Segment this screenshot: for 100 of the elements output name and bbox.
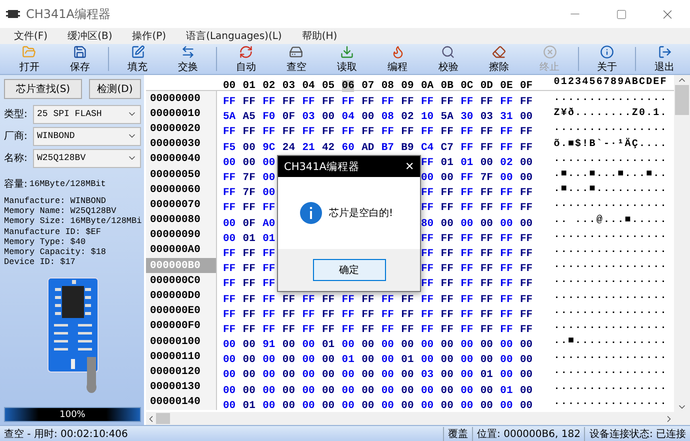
horizontal-scrollbar[interactable]: [146, 412, 690, 425]
toolbar-button[interactable]: 自动: [220, 44, 272, 74]
scrollbar-thumb[interactable]: [675, 85, 689, 115]
hex-byte: 00: [420, 339, 434, 352]
detect-button[interactable]: 检测(D): [89, 79, 141, 99]
ok-button[interactable]: 确定: [312, 259, 386, 281]
column-header: 07: [362, 80, 374, 92]
hex-byte: FF: [460, 278, 474, 290]
hex-byte: FF: [500, 202, 513, 214]
hex-byte: FF: [242, 126, 256, 138]
hex-byte: 00: [460, 384, 474, 397]
hex-byte: 02: [500, 156, 513, 169]
hex-byte: 00: [500, 369, 513, 382]
column-header: 03: [282, 80, 295, 92]
hex-byte: 00: [262, 156, 276, 169]
hex-byte: 00: [242, 339, 256, 352]
hex-byte: FF: [480, 202, 493, 214]
hex-byte: 01: [242, 232, 256, 245]
hex-byte: FF: [242, 248, 256, 260]
hex-byte: 00: [520, 218, 533, 230]
hex-byte: 00: [362, 400, 374, 412]
toolbar-button[interactable]: 保存: [54, 44, 106, 74]
address-cell: 00000130: [146, 380, 217, 395]
hex-byte: FF: [242, 202, 256, 214]
hex-byte: 00: [420, 172, 434, 184]
hex-byte: FF: [242, 263, 256, 276]
hex-byte: FF: [342, 294, 354, 306]
column-header: 02: [262, 80, 276, 92]
hex-byte: FF: [381, 294, 394, 306]
toolbar-button[interactable]: 编程: [372, 44, 423, 74]
toolbar-button[interactable]: 读取: [322, 44, 372, 74]
toolbar-button[interactable]: 交换: [162, 44, 214, 74]
hex-byte: 5A: [440, 111, 454, 124]
hex-byte: 03: [420, 369, 434, 382]
menu-item[interactable]: 文件(F): [8, 29, 60, 43]
hex-byte: 00: [401, 400, 414, 412]
hex-byte: FF: [520, 324, 533, 336]
menu-item[interactable]: 帮助(H): [296, 29, 350, 43]
hex-byte: FF: [460, 126, 474, 138]
hex-byte: 7F: [242, 187, 256, 200]
menu-item[interactable]: 缓冲区(B): [62, 29, 124, 43]
hex-byte: FF: [440, 278, 454, 290]
hex-byte: FF: [302, 308, 315, 321]
hex-byte: FF: [520, 96, 533, 108]
hex-byte: FF: [460, 142, 474, 154]
menu-item[interactable]: 语言(Languages)(L): [180, 29, 294, 43]
hex-byte: 00: [440, 354, 454, 366]
dropdown[interactable]: WINBOND: [33, 126, 141, 146]
toolbar-button[interactable]: 关于: [582, 44, 632, 74]
vertical-scrollbar[interactable]: [674, 75, 690, 412]
hex-byte: FF: [520, 294, 533, 306]
ascii-text: ................: [554, 123, 668, 134]
ascii-text: ................: [554, 244, 668, 256]
hex-byte: 00: [440, 369, 454, 382]
hex-byte: FF: [262, 126, 276, 138]
menu-item[interactable]: 操作(P): [126, 29, 178, 43]
hex-byte: FF: [500, 142, 513, 154]
toolbar-button[interactable]: 退出: [639, 44, 690, 74]
hex-byte: 00: [242, 354, 256, 366]
hex-byte: FF: [460, 294, 474, 306]
hex-byte: FF: [480, 248, 493, 260]
maximize-icon[interactable]: [616, 8, 626, 20]
hex-byte: FF: [223, 308, 236, 321]
hex-byte: 00: [223, 339, 236, 352]
hex-byte: FF: [440, 324, 454, 336]
hex-byte: FF: [223, 96, 236, 108]
scrollbar-thumb[interactable]: [156, 413, 170, 424]
toolbar-button[interactable]: 查空: [271, 44, 322, 74]
hex-byte: 00: [342, 369, 354, 382]
hex-byte: 80: [420, 218, 434, 230]
toolbar-button[interactable]: 校验: [422, 44, 474, 74]
hex-byte: FF: [480, 126, 493, 138]
ascii-text: Z¥ð........Z0.1.: [554, 108, 668, 120]
close-button[interactable]: ✕: [405, 160, 414, 173]
hex-byte: FF: [480, 263, 493, 276]
chip-info-line: Memory Capacity: $18: [4, 247, 108, 258]
dropdown[interactable]: W25Q128BV: [33, 148, 141, 168]
ascii-text: ................: [554, 275, 668, 286]
hex-byte: 00: [500, 339, 513, 352]
magnifier-icon: [441, 44, 456, 58]
hex-byte: FF: [460, 202, 474, 214]
hex-byte: FF: [500, 232, 513, 245]
address-cell: 000000A0: [146, 242, 217, 258]
hex-byte: 00: [440, 384, 454, 397]
hex-byte: FF: [342, 96, 354, 108]
toolbar-button[interactable]: 填充: [112, 44, 163, 74]
hex-byte: FF: [302, 324, 315, 336]
dropdown[interactable]: 25 SPI FLASH: [33, 104, 141, 124]
hex-byte: 08: [381, 111, 394, 124]
hex-byte: FF: [322, 126, 335, 138]
hex-byte: FF: [223, 202, 236, 214]
toolbar-button[interactable]: 打开: [4, 44, 55, 74]
chip-info-line: Memory Name: W25Q128BV: [4, 206, 118, 216]
status-connection: 设备连接状态: 已连接: [584, 426, 690, 440]
chip-search-button[interactable]: 芯片查找(S): [4, 79, 82, 99]
hex-byte: FF: [420, 232, 434, 245]
hex-byte: FF: [401, 294, 414, 306]
hex-byte: FF: [302, 126, 315, 138]
toolbar-button[interactable]: 擦除: [474, 44, 524, 74]
hex-byte: 02: [401, 111, 414, 124]
